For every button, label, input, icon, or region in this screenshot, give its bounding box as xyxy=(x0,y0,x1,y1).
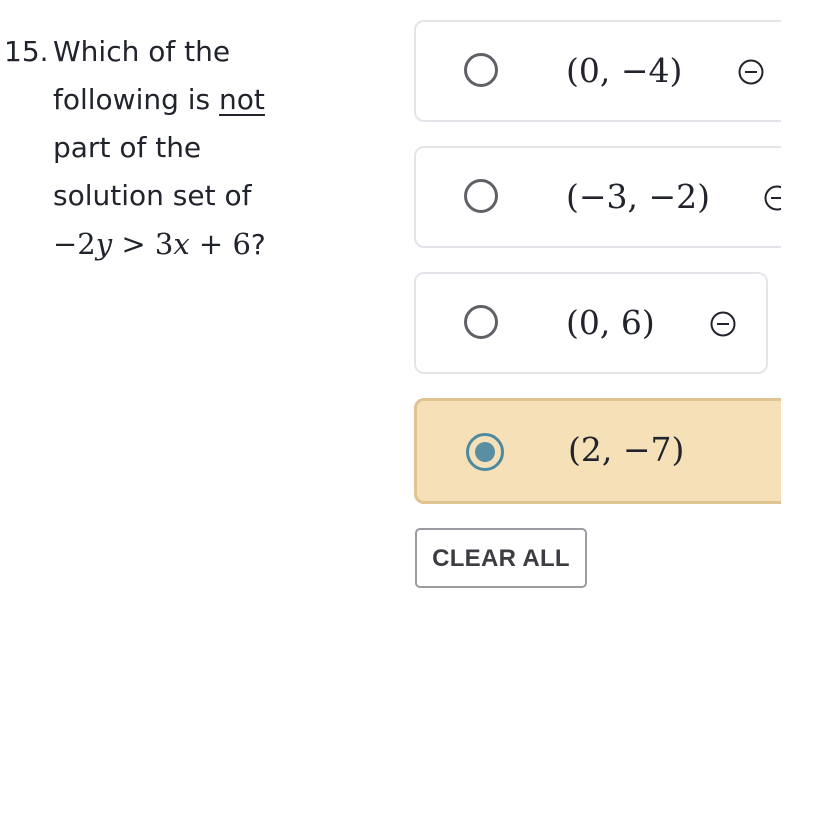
question: 15. Which of the following is not part o… xyxy=(0,28,330,269)
cross-out-icon[interactable] xyxy=(764,185,781,211)
question-line-2-prefix: following is xyxy=(53,83,220,116)
radio-button[interactable] xyxy=(464,305,498,339)
cross-out-icon[interactable] xyxy=(710,311,736,337)
inequality-var-x: x xyxy=(173,227,190,261)
choice-d-selected[interactable]: (2, −7) xyxy=(414,398,781,504)
question-line-1: Which of the xyxy=(53,35,231,68)
question-emphasis: not xyxy=(219,83,265,116)
radio-dot xyxy=(475,442,495,462)
question-line-3: part of the xyxy=(53,131,202,164)
inequality-op: > xyxy=(121,227,146,261)
clear-all-button[interactable]: CLEAR ALL xyxy=(415,528,587,588)
inequality-const: 6 xyxy=(232,227,251,261)
inequality-coef: 3 xyxy=(154,227,174,261)
question-line-2: following is not xyxy=(53,76,330,124)
choice-label: (−3, −2) xyxy=(566,177,711,216)
question-number: 15. xyxy=(4,35,49,68)
radio-button[interactable] xyxy=(464,179,498,213)
question-line-4: solution set of xyxy=(53,179,252,212)
choices-list: (0, −4) (−3, −2) (0, 6) (2, −7) xyxy=(414,20,781,540)
inequality-left: −2 xyxy=(53,227,96,261)
inequality: −2y > 3x + 6? xyxy=(53,220,330,269)
radio-button[interactable] xyxy=(464,53,498,87)
choice-a[interactable]: (0, −4) xyxy=(414,20,781,122)
cross-out-icon[interactable] xyxy=(738,59,764,85)
choice-label: (0, −4) xyxy=(566,51,683,90)
choice-b[interactable]: (−3, −2) xyxy=(414,146,781,248)
inequality-plus: + xyxy=(198,227,224,261)
choice-c[interactable]: (0, 6) xyxy=(414,272,768,374)
choice-label: (0, 6) xyxy=(566,303,655,342)
inequality-var-y: y xyxy=(95,227,113,261)
question-mark: ? xyxy=(250,228,266,261)
choice-label: (2, −7) xyxy=(568,430,685,469)
radio-button-selected[interactable] xyxy=(466,433,504,471)
